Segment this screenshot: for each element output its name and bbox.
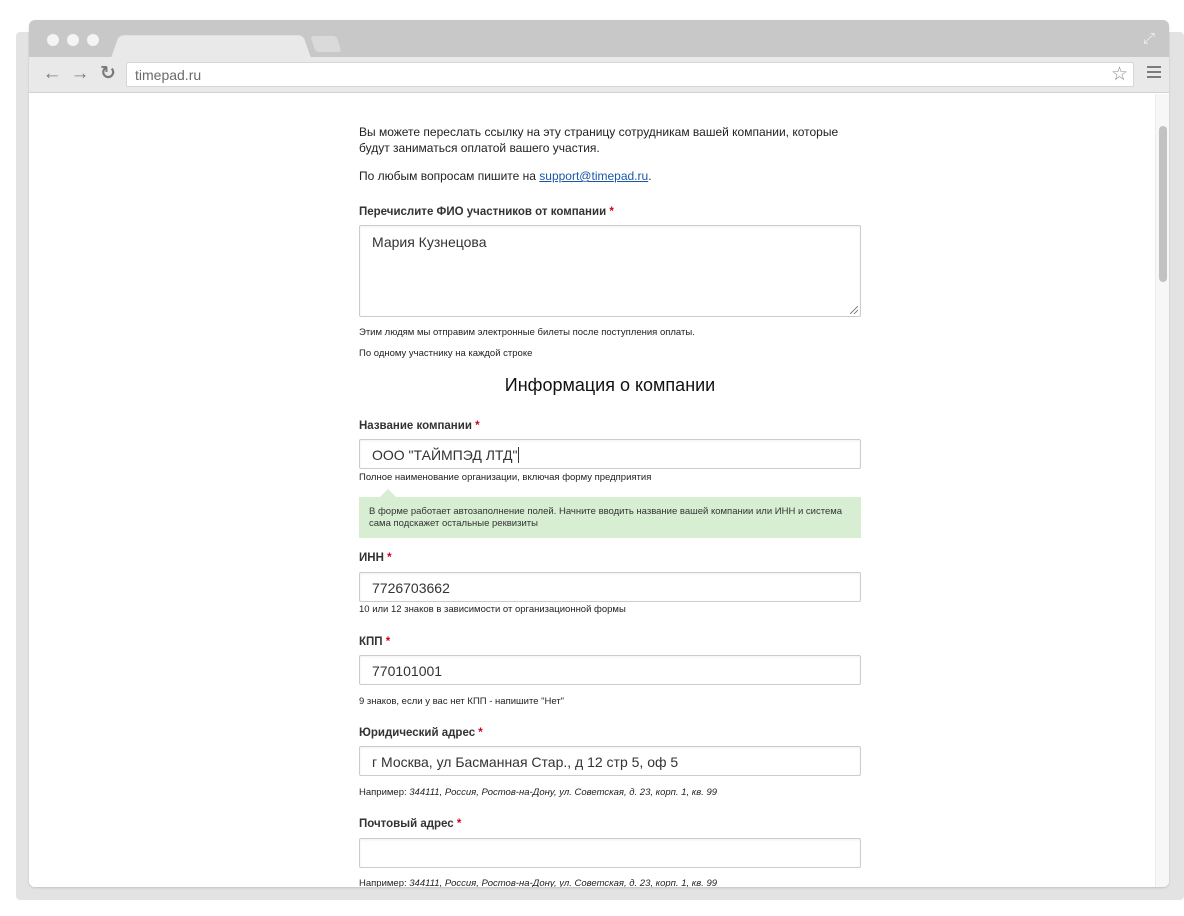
required-mark: *	[385, 636, 391, 648]
participants-label-text: Перечислите ФИО участников от компании	[359, 206, 607, 218]
new-tab-button[interactable]	[310, 36, 342, 52]
company-info-section-title: Информация о компании	[504, 375, 716, 395]
participants-hint-1: Этим людям мы отправим электронные билет…	[359, 327, 695, 338]
browser-titlebar: ⤢	[29, 20, 1169, 58]
postal-address-label: Почтовый адрес *	[359, 818, 461, 830]
participants-hint-2: По одному участнику на каждой строке	[359, 348, 533, 359]
intro-forward-text: Вы можете переслать ссылку на эту страни…	[359, 125, 839, 155]
legal-address-label: Юридический адрес *	[359, 727, 483, 739]
text-caret	[518, 447, 520, 463]
autofill-notice: В форме работает автозаполнение полей. Н…	[359, 489, 861, 538]
browser-menu-icon[interactable]	[1147, 66, 1161, 81]
postal-address-label-text: Почтовый адрес	[359, 818, 454, 830]
company-name-label-text: Название компании	[359, 420, 472, 432]
company-name-value: ООО "ТАЙМПЭД ЛТД"	[372, 447, 518, 463]
required-mark: *	[475, 420, 480, 432]
inn-label: ИНН *	[359, 552, 392, 564]
required-mark: *	[387, 552, 392, 564]
window-maximize-dot[interactable]	[87, 34, 99, 46]
participants-label: Перечислите ФИО участников от компании *	[359, 206, 614, 218]
address-bar[interactable]: timepad.ru ☆	[126, 62, 1134, 87]
intro-questions-prefix: По любым вопросам пишите на	[359, 169, 540, 183]
postal-address-input[interactable]	[359, 838, 861, 868]
company-name-label: Название компании *	[359, 420, 480, 432]
browser-window: ⤢ ← → ↻ timepad.ru ☆ Вы можете переслать…	[29, 20, 1169, 887]
participants-value: Мария Кузнецова	[372, 234, 487, 250]
intro-questions-suffix: .	[648, 169, 652, 183]
postal-address-hint: Например: 344111, Россия, Ростов-на-Дону…	[359, 878, 717, 887]
legal-address-label-text: Юридический адрес	[359, 727, 476, 739]
inn-input[interactable]: 7726703662	[359, 572, 861, 602]
kpp-input[interactable]: 770101001	[359, 655, 861, 685]
legal-address-hint: Например: 344111, Россия, Ростов-на-Дону…	[359, 787, 717, 798]
browser-toolbar: ← → ↻ timepad.ru ☆	[29, 57, 1169, 93]
required-mark: *	[456, 818, 462, 830]
support-email-link[interactable]: support@timepad.ru	[539, 169, 648, 183]
resize-handle-icon[interactable]	[850, 306, 858, 314]
notice-arrow	[380, 489, 396, 497]
legal-address-value: г Москва, ул Басманная Стар., д 12 стр 5…	[372, 754, 679, 770]
address-bar-url: timepad.ru	[135, 67, 202, 83]
autofill-notice-text: В форме работает автозаполнение полей. Н…	[359, 497, 861, 538]
window-minimize-dot[interactable]	[67, 34, 79, 46]
fullscreen-icon[interactable]: ⤢	[1141, 31, 1157, 47]
browser-tab-active[interactable]	[111, 35, 311, 58]
postal-address-hint-example: 344111, Россия, Ростов-на-Дону, ул. Сове…	[409, 878, 718, 887]
page-viewport: Вы можете переслать ссылку на эту страни…	[29, 94, 1169, 887]
intro-questions-text: По любым вопросам пишите на support@time…	[359, 168, 652, 184]
participants-textarea[interactable]: Мария Кузнецова	[359, 225, 861, 317]
postal-address-hint-prefix: Например:	[359, 878, 410, 887]
kpp-label-text: КПП	[359, 636, 383, 648]
back-arrow-icon[interactable]: ←	[41, 63, 63, 85]
reload-icon[interactable]: ↻	[97, 63, 119, 85]
scrollbar-thumb[interactable]	[1159, 126, 1167, 282]
required-mark: *	[478, 727, 483, 739]
kpp-label: КПП *	[359, 636, 390, 648]
scrollbar-track[interactable]	[1155, 94, 1169, 887]
inn-hint: 10 или 12 знаков в зависимости от органи…	[359, 604, 626, 615]
inn-label-text: ИНН	[359, 552, 384, 564]
window-close-dot[interactable]	[47, 34, 59, 46]
legal-address-input[interactable]: г Москва, ул Басманная Стар., д 12 стр 5…	[359, 746, 861, 776]
forward-arrow-icon[interactable]: →	[69, 63, 91, 85]
company-name-input[interactable]: ООО "ТАЙМПЭД ЛТД"	[359, 439, 861, 469]
required-mark: *	[609, 206, 614, 218]
legal-address-hint-prefix: Например:	[359, 787, 410, 798]
bookmark-star-icon[interactable]: ☆	[1111, 64, 1128, 86]
kpp-value: 770101001	[372, 663, 443, 679]
company-name-hint: Полное наименование организации, включая…	[359, 472, 652, 483]
legal-address-hint-example: 344111, Россия, Ростов-на-Дону, ул. Сове…	[409, 787, 718, 798]
inn-value: 7726703662	[372, 580, 450, 596]
kpp-hint: 9 знаков, если у вас нет КПП - напишите …	[359, 696, 565, 707]
